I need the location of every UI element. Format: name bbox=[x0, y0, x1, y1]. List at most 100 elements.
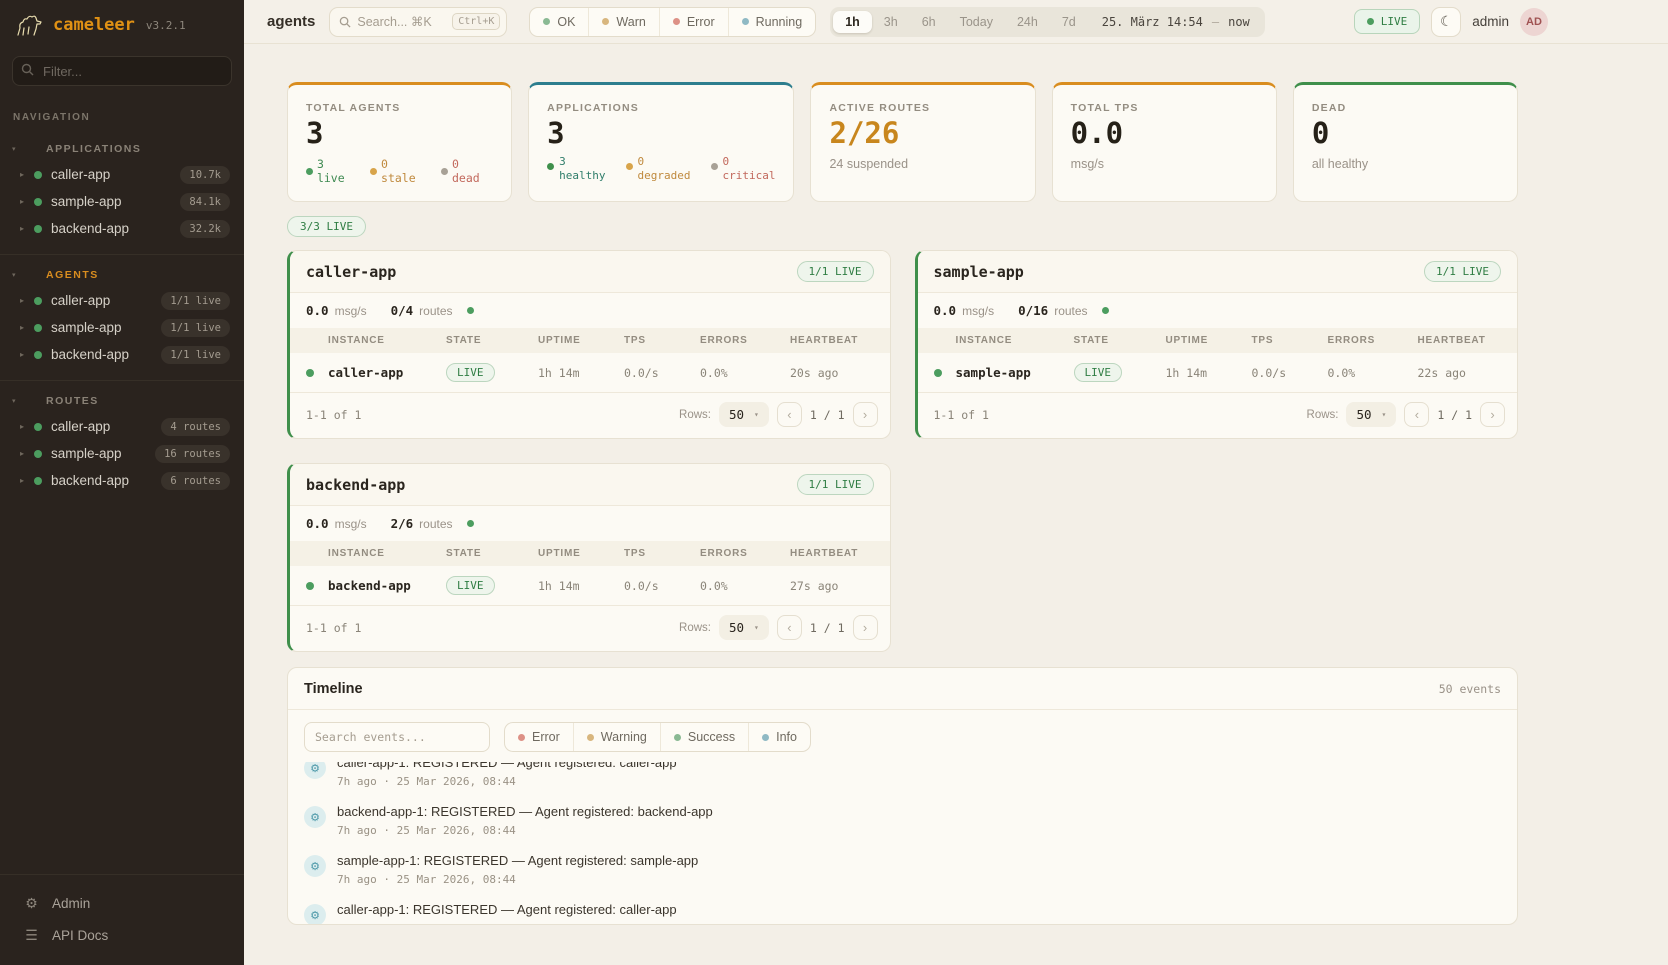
sidebar-item-badge: 16 routes bbox=[155, 445, 230, 463]
live-label: LIVE bbox=[1381, 15, 1408, 28]
time-end: now bbox=[1228, 15, 1250, 29]
page-indicator: 1 / 1 bbox=[810, 408, 845, 422]
rows-per-page-select[interactable]: 50▾ bbox=[1346, 402, 1396, 427]
col-errors: ERRORS bbox=[700, 548, 790, 559]
sidebar-item-agents-backend-app[interactable]: ▸ backend-app 1/1 live bbox=[0, 341, 244, 368]
sidebar-item-agents-caller-app[interactable]: ▸ caller-app 1/1 live bbox=[0, 287, 244, 314]
timeline-filter-label: Error bbox=[532, 730, 560, 744]
sidebar-filter-input[interactable] bbox=[12, 56, 232, 86]
status-dot bbox=[34, 324, 42, 332]
range-button-today[interactable]: Today bbox=[948, 11, 1005, 33]
col-uptime: UPTIME bbox=[538, 548, 624, 559]
app-card-caller-app: caller-app 1/1 LIVE 0.0msg/s 0/4routes I… bbox=[287, 250, 891, 439]
sidebar-item-badge: 10.7k bbox=[180, 166, 230, 184]
filter-chip-ok[interactable]: OK bbox=[530, 8, 588, 36]
timeline-event[interactable]: ⚙ backend-app-1: REGISTERED — Agent regi… bbox=[304, 798, 1501, 847]
rows-label: Rows: bbox=[679, 622, 711, 634]
stat-card-active-routes: ACTIVE ROUTES 2/26 24 suspended bbox=[810, 82, 1035, 202]
timeline-event[interactable]: ⚙ caller-app-1: REGISTERED — Agent regis… bbox=[304, 762, 1501, 798]
next-page-button[interactable]: › bbox=[1480, 402, 1505, 427]
range-button-1h[interactable]: 1h bbox=[833, 11, 872, 33]
event-gear-icon: ⚙ bbox=[304, 904, 326, 924]
range-button-7d[interactable]: 7d bbox=[1050, 11, 1088, 33]
col-uptime: UPTIME bbox=[1166, 335, 1252, 346]
range-button-24h[interactable]: 24h bbox=[1005, 11, 1050, 33]
cell-uptime: 1h 14m bbox=[538, 579, 624, 593]
live-status-badge: LIVE bbox=[1354, 9, 1421, 34]
chevron-right-icon: ▸ bbox=[20, 323, 34, 332]
cell-instance: backend-app bbox=[328, 578, 446, 593]
sidebar-item-label: sample-app bbox=[51, 446, 155, 461]
table-footer: 1-1 of 1 Rows: 50▾ ‹ 1 / 1 › bbox=[290, 393, 890, 438]
sidebar-item-label: backend-app bbox=[51, 473, 161, 488]
avatar[interactable]: AD bbox=[1520, 8, 1548, 36]
global-search[interactable]: Ctrl+K bbox=[329, 7, 507, 37]
prev-page-button[interactable]: ‹ bbox=[1404, 402, 1429, 427]
sidebar-item-applications-caller-app[interactable]: ▸ caller-app 10.7k bbox=[0, 161, 244, 188]
table-row[interactable]: caller-app LIVE 1h 14m 0.0/s 0.0% 20s ag… bbox=[290, 353, 890, 393]
app-routes-value: 0/16 bbox=[1018, 303, 1048, 318]
next-page-button[interactable]: › bbox=[853, 615, 878, 640]
filter-chip-error[interactable]: Error bbox=[659, 8, 728, 36]
section-header-applications[interactable]: ▾ APPLICATIONS bbox=[0, 139, 244, 161]
col-uptime: UPTIME bbox=[538, 335, 624, 346]
sidebar-item-routes-sample-app[interactable]: ▸ sample-app 16 routes bbox=[0, 440, 244, 467]
timeline-filter-error[interactable]: Error bbox=[505, 723, 573, 751]
search-input[interactable] bbox=[357, 15, 446, 29]
next-page-button[interactable]: › bbox=[853, 402, 878, 427]
sidebar-item-applications-backend-app[interactable]: ▸ backend-app 32.2k bbox=[0, 215, 244, 242]
rows-label: Rows: bbox=[679, 409, 711, 421]
time-range-display: 25. März 14:54 — now bbox=[1088, 15, 1262, 29]
col-state: STATE bbox=[446, 335, 538, 346]
sidebar-item-applications-sample-app[interactable]: ▸ sample-app 84.1k bbox=[0, 188, 244, 215]
col-heartbeat: HEARTBEAT bbox=[790, 335, 874, 346]
prev-page-button[interactable]: ‹ bbox=[777, 615, 802, 640]
filter-chip-running[interactable]: Running bbox=[728, 8, 816, 36]
filter-chip-warn[interactable]: Warn bbox=[588, 8, 658, 36]
row-range: 1-1 of 1 bbox=[306, 408, 361, 422]
event-timestamp: 7h ago · 25 Mar 2026, 08:44 bbox=[337, 775, 677, 788]
chevron-right-icon: ▸ bbox=[20, 170, 34, 179]
timeline-search-input[interactable] bbox=[304, 722, 490, 752]
sidebar-item-agents-sample-app[interactable]: ▸ sample-app 1/1 live bbox=[0, 314, 244, 341]
running-status-dot bbox=[742, 18, 749, 25]
stat-sub-label: 0 dead bbox=[452, 157, 493, 185]
rows-per-page-select[interactable]: 50▾ bbox=[719, 402, 769, 427]
cell-uptime: 1h 14m bbox=[538, 366, 624, 380]
table-row[interactable]: sample-app LIVE 1h 14m 0.0/s 0.0% 22s ag… bbox=[918, 353, 1518, 393]
event-timestamp: 7h ago · 25 Mar 2026, 08:44 bbox=[337, 873, 698, 886]
section-header-routes[interactable]: ▾ ROUTES bbox=[0, 391, 244, 413]
event-gear-icon: ⚙ bbox=[304, 855, 326, 877]
timeline-events-scroll[interactable]: ⚙ caller-app-1: REGISTERED — Agent regis… bbox=[288, 762, 1517, 924]
status-dot bbox=[34, 423, 42, 431]
timeline-event[interactable]: ⚙ sample-app-1: REGISTERED — Agent regis… bbox=[304, 847, 1501, 896]
stat-subtext: all healthy bbox=[1312, 157, 1499, 171]
table-row[interactable]: backend-app LIVE 1h 14m 0.0/s 0.0% 27s a… bbox=[290, 566, 890, 606]
table-header: INSTANCE STATE UPTIME TPS ERRORS HEARTBE… bbox=[290, 328, 890, 353]
section-header-agents[interactable]: ▾ AGENTS bbox=[0, 265, 244, 287]
stat-value: 2/26 bbox=[829, 119, 1016, 148]
cell-uptime: 1h 14m bbox=[1166, 366, 1252, 380]
sidebar-item-routes-caller-app[interactable]: ▸ caller-app 4 routes bbox=[0, 413, 244, 440]
timeline-filter-info[interactable]: Info bbox=[748, 723, 810, 751]
sidebar-item-api-docs[interactable]: ☰ API Docs bbox=[0, 919, 244, 951]
range-button-6h[interactable]: 6h bbox=[910, 11, 948, 33]
timeline-filter-warning[interactable]: Warning bbox=[573, 723, 660, 751]
status-filter-group: OK Warn Error Running bbox=[529, 7, 816, 37]
sidebar-item-admin[interactable]: ⚙ Admin bbox=[0, 887, 244, 919]
col-state: STATE bbox=[446, 548, 538, 559]
rows-per-page-select[interactable]: 50▾ bbox=[719, 615, 769, 640]
status-dot bbox=[34, 171, 42, 179]
stat-sub-num: 0 bbox=[723, 155, 776, 169]
stat-subtext: 24 suspended bbox=[829, 157, 1016, 171]
timeline-event[interactable]: ⚙ caller-app-1: REGISTERED — Agent regis… bbox=[304, 896, 1501, 924]
timeline-filter-success[interactable]: Success bbox=[660, 723, 748, 751]
sidebar-item-routes-backend-app[interactable]: ▸ backend-app 6 routes bbox=[0, 467, 244, 494]
app-tps-unit: msg/s bbox=[335, 517, 367, 531]
healthy-dot bbox=[547, 163, 554, 170]
search-icon bbox=[339, 16, 351, 28]
range-button-3h[interactable]: 3h bbox=[872, 11, 910, 33]
sidebar-item-label: caller-app bbox=[51, 419, 161, 434]
theme-toggle-button[interactable]: ☾ bbox=[1431, 7, 1461, 37]
prev-page-button[interactable]: ‹ bbox=[777, 402, 802, 427]
